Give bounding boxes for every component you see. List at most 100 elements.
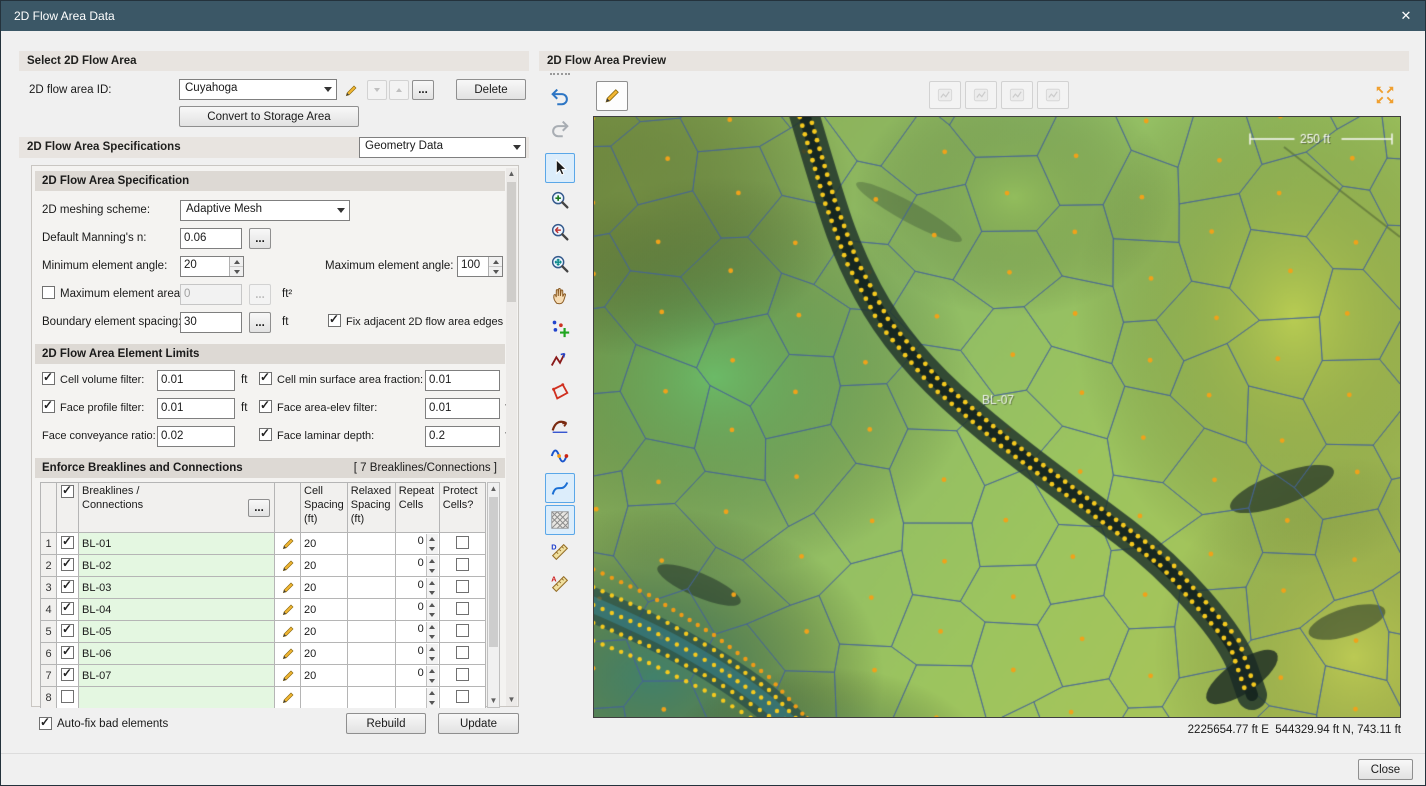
spin-up-button[interactable] <box>489 257 502 267</box>
select-all-checkbox[interactable] <box>61 485 74 498</box>
breaklines-browse-button[interactable]: ... <box>248 499 270 517</box>
protect-cells-checkbox[interactable] <box>456 602 469 615</box>
row-checkbox[interactable] <box>61 558 74 571</box>
repeat-cells-spinner[interactable]: 0 <box>397 534 438 554</box>
edit-pencil-button[interactable] <box>275 665 301 687</box>
edit-pencil-button[interactable] <box>275 577 301 599</box>
row-checkbox[interactable] <box>61 690 74 703</box>
max-area-input[interactable]: 0 <box>180 284 242 305</box>
edit-pencil-button[interactable] <box>275 599 301 621</box>
spin-up-button[interactable] <box>230 257 243 267</box>
scroll-up-arrow[interactable]: ▲ <box>506 168 517 180</box>
max-area-browse-button[interactable]: ... <box>249 284 271 305</box>
tool-add-points-button[interactable] <box>545 313 575 343</box>
tool-wave-tool-button[interactable] <box>545 441 575 471</box>
face-laminar-checkbox[interactable] <box>259 428 272 441</box>
face-conveyance-input[interactable]: 0.02 <box>157 426 235 447</box>
relaxed-spacing-cell[interactable] <box>347 577 395 599</box>
cell-min-input[interactable]: 0.01 <box>425 370 500 391</box>
cell-spacing-cell[interactable]: 20 <box>301 621 348 643</box>
zoom-to-extents-button[interactable] <box>1369 81 1401 109</box>
breakline-name-cell[interactable] <box>79 687 275 709</box>
tool-zoom-in-button[interactable] <box>545 185 575 215</box>
row-checkbox[interactable] <box>61 624 74 637</box>
previous-area-button[interactable] <box>367 80 387 100</box>
scroll-up-arrow[interactable]: ▲ <box>488 483 499 495</box>
repeat-cells-spinner[interactable]: 0 <box>397 578 438 598</box>
cell-spacing-cell[interactable]: 20 <box>301 599 348 621</box>
protect-cells-checkbox[interactable] <box>456 646 469 659</box>
boundary-spacing-input[interactable]: 30 <box>180 312 242 333</box>
rebuild-button[interactable]: Rebuild <box>346 713 426 734</box>
cell-spacing-cell[interactable]: 20 <box>301 533 348 555</box>
repeat-cells-spinner[interactable]: 0 <box>397 622 438 642</box>
row-checkbox[interactable] <box>61 668 74 681</box>
cell-min-checkbox[interactable] <box>259 372 272 385</box>
rename-area-pencil-button[interactable] <box>341 81 361 101</box>
max-angle-spinner[interactable]: 100 <box>457 256 503 277</box>
row-checkbox[interactable] <box>61 580 74 593</box>
relaxed-spacing-cell[interactable] <box>347 621 395 643</box>
mannings-browse-button[interactable]: ... <box>249 228 271 249</box>
breakline-name-cell[interactable]: BL-01 <box>79 533 275 555</box>
terrain-map-canvas[interactable] <box>594 117 1400 717</box>
edit-pencil-button[interactable] <box>275 643 301 665</box>
edit-pencil-button[interactable] <box>275 621 301 643</box>
cell-spacing-cell[interactable]: 20 <box>301 665 348 687</box>
protect-cells-checkbox[interactable] <box>456 536 469 549</box>
breakline-name-cell[interactable]: BL-03 <box>79 577 275 599</box>
scrollbar-thumb[interactable] <box>489 497 498 647</box>
tool-polygon-edit-button[interactable] <box>545 377 575 407</box>
repeat-cells-spinner[interactable]: 0 <box>397 666 438 686</box>
table-scrollbar[interactable]: ▲ ▼ <box>487 482 500 708</box>
boundary-spacing-browse-button[interactable]: ... <box>249 312 271 333</box>
meshing-scheme-select[interactable]: Adaptive Mesh <box>180 200 350 221</box>
breakline-name-cell[interactable]: BL-07 <box>79 665 275 687</box>
edit-pencil-button[interactable] <box>275 555 301 577</box>
fix-edges-checkbox[interactable] <box>328 314 341 327</box>
breakline-name-cell[interactable]: BL-02 <box>79 555 275 577</box>
min-angle-spinner[interactable]: 20 <box>180 256 244 277</box>
preview-disabled-button-2[interactable] <box>965 81 997 109</box>
repeat-cells-spinner[interactable] <box>397 688 438 708</box>
tool-measure-area-button[interactable] <box>545 569 575 599</box>
preview-disabled-button-4[interactable] <box>1037 81 1069 109</box>
edit-geometry-pencil-button[interactable] <box>596 81 628 111</box>
relaxed-spacing-cell[interactable] <box>347 533 395 555</box>
relaxed-spacing-cell[interactable] <box>347 555 395 577</box>
protect-cells-checkbox[interactable] <box>456 558 469 571</box>
repeat-cells-spinner[interactable]: 0 <box>397 644 438 664</box>
max-area-checkbox[interactable] <box>42 286 55 299</box>
next-area-button[interactable] <box>389 80 409 100</box>
repeat-cells-spinner[interactable]: 0 <box>397 556 438 576</box>
close-window-button[interactable]: ✕ <box>1385 8 1426 24</box>
browse-areas-button[interactable]: ... <box>412 80 434 100</box>
repeat-cells-spinner[interactable]: 0 <box>397 600 438 620</box>
protect-cells-checkbox[interactable] <box>456 668 469 681</box>
face-profile-input[interactable]: 0.01 <box>157 398 235 419</box>
face-area-input[interactable]: 0.01 <box>425 398 500 419</box>
scroll-down-arrow[interactable]: ▼ <box>506 694 517 706</box>
cell-volume-input[interactable]: 0.01 <box>157 370 235 391</box>
scrollbar-thumb[interactable] <box>507 182 516 302</box>
update-button[interactable]: Update <box>438 713 519 734</box>
view-mode-select[interactable]: Geometry Data <box>359 137 526 158</box>
delete-area-button[interactable]: Delete <box>456 79 526 100</box>
tool-redo-button[interactable] <box>545 113 575 143</box>
relaxed-spacing-cell[interactable] <box>347 599 395 621</box>
autofix-checkbox[interactable] <box>39 717 52 730</box>
preview-disabled-button-3[interactable] <box>1001 81 1033 109</box>
protect-cells-checkbox[interactable] <box>456 624 469 637</box>
cell-volume-checkbox[interactable] <box>42 372 55 385</box>
breakline-name-cell[interactable]: BL-04 <box>79 599 275 621</box>
preview-disabled-button-1[interactable] <box>929 81 961 109</box>
tool-measure-distance-button[interactable] <box>545 537 575 567</box>
relaxed-spacing-cell[interactable] <box>347 665 395 687</box>
tool-pan-hand-button[interactable] <box>545 281 575 311</box>
relaxed-spacing-cell[interactable] <box>347 687 395 709</box>
row-checkbox[interactable] <box>61 602 74 615</box>
protect-cells-checkbox[interactable] <box>456 580 469 593</box>
spin-down-button[interactable] <box>489 267 502 276</box>
tool-flow-path-button[interactable] <box>545 409 575 439</box>
row-checkbox[interactable] <box>61 536 74 549</box>
